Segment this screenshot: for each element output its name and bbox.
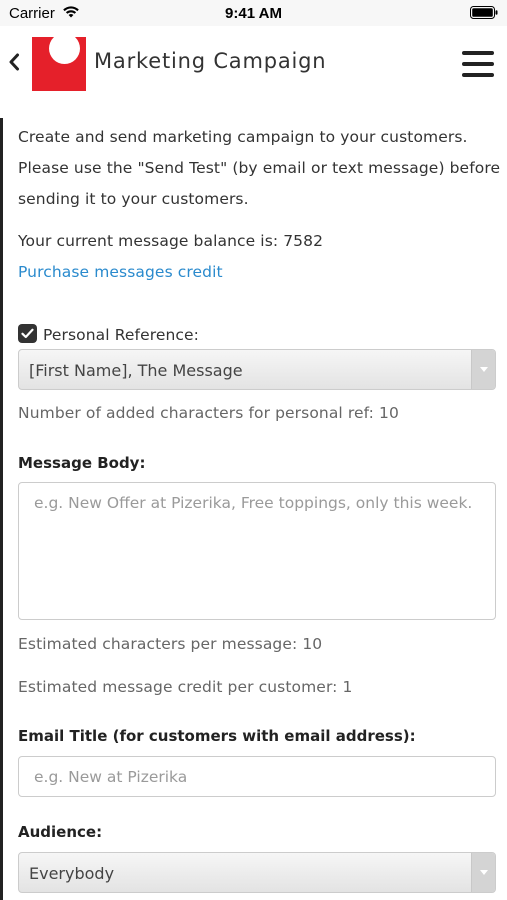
- email-title-input[interactable]: e.g. New at Pizerika: [18, 756, 496, 797]
- page-title: Marketing Campaign: [94, 49, 327, 73]
- audience-label: Audience:: [18, 823, 103, 841]
- message-body-placeholder: e.g. New Offer at Pizerika, Free topping…: [34, 494, 473, 512]
- message-balance: Your current message balance is: 7582: [18, 232, 324, 250]
- personal-reference-checkbox[interactable]: [18, 324, 37, 343]
- menu-bar-icon: [462, 62, 494, 66]
- personal-reference-select[interactable]: [First Name], The Message: [18, 349, 496, 390]
- personal-reference-label: Personal Reference:: [43, 326, 199, 344]
- app-logo: [32, 37, 86, 91]
- personal-reference-value: [First Name], The Message: [29, 361, 243, 380]
- estimated-credit: Estimated message credit per customer: 1: [18, 678, 353, 696]
- message-body-label: Message Body:: [18, 454, 146, 472]
- message-body-textarea[interactable]: e.g. New Offer at Pizerika, Free topping…: [18, 482, 496, 620]
- email-title-placeholder: e.g. New at Pizerika: [34, 768, 188, 786]
- intro-line-2: Please use the "Send Test" (by email or …: [18, 159, 501, 177]
- chevron-left-icon: [9, 53, 19, 71]
- intro-line-3: sending it to your customers.: [18, 190, 249, 208]
- checkmark-icon: [21, 328, 34, 339]
- email-title-label: Email Title (for customers with email ad…: [18, 727, 416, 745]
- battery-icon: [470, 6, 498, 24]
- dropdown-arrow-icon: [471, 853, 495, 892]
- purchase-credit-link[interactable]: Purchase messages credit: [18, 263, 223, 281]
- campaign-form: Create and send marketing campaign to yo…: [0, 118, 507, 900]
- intro-line-1: Create and send marketing campaign to yo…: [18, 128, 468, 146]
- dropdown-arrow-icon: [471, 350, 495, 389]
- menu-bar-icon: [462, 73, 494, 77]
- logo-circle: [49, 37, 80, 64]
- hamburger-menu-button[interactable]: [462, 51, 494, 79]
- status-bar: Carrier 9:41 AM: [0, 0, 507, 26]
- menu-bar-icon: [462, 51, 494, 55]
- nav-bar: Marketing Campaign: [0, 26, 507, 100]
- audience-select[interactable]: Everybody: [18, 852, 496, 893]
- personal-ref-char-count: Number of added characters for personal …: [18, 404, 399, 422]
- estimated-chars: Estimated characters per message: 10: [18, 635, 323, 653]
- audience-value: Everybody: [29, 864, 115, 883]
- status-time: 9:41 AM: [225, 5, 282, 22]
- back-button[interactable]: [4, 48, 24, 76]
